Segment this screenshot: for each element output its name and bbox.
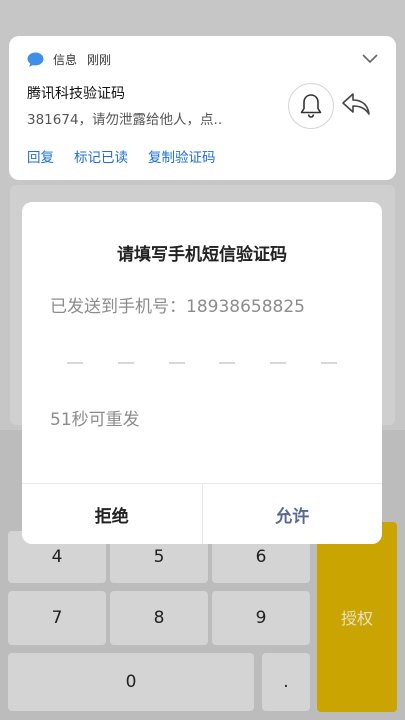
- sms-notification[interactable]: 信息 刚刚 腾讯科技验证码 381674，请勿泄露给他人，点.. 回复 标记已读…: [9, 36, 396, 180]
- reply-icon[interactable]: [341, 91, 371, 117]
- key-9[interactable]: 9: [212, 591, 310, 645]
- message-icon: [27, 52, 44, 67]
- phone-number-label: 已发送到手机号：18938658825: [50, 297, 305, 317]
- code-slot: [320, 362, 337, 364]
- authorize-button[interactable]: 授权: [317, 522, 397, 712]
- key-dot[interactable]: .: [262, 653, 310, 711]
- dialog-title: 请填写手机短信验证码: [117, 245, 287, 265]
- reply-action[interactable]: 回复: [27, 146, 54, 166]
- mute-button[interactable]: [288, 83, 334, 129]
- mark-read-action[interactable]: 标记已读: [74, 146, 128, 166]
- notification-body: 381674，请勿泄露给他人，点..: [27, 112, 223, 128]
- sms-code-dialog: 请填写手机短信验证码 已发送到手机号：18938658825 51秒可重发 拒绝…: [22, 202, 382, 544]
- code-input[interactable]: [67, 362, 337, 364]
- notification-title: 腾讯科技验证码: [27, 86, 125, 102]
- notification-time: 刚刚: [87, 52, 112, 67]
- code-slot: [117, 362, 134, 364]
- code-slot: [219, 362, 236, 364]
- chevron-down-icon[interactable]: [362, 52, 378, 64]
- dialog-buttons: 拒绝 允许: [22, 483, 382, 544]
- notification-header: 信息 刚刚: [27, 50, 111, 68]
- key-0[interactable]: 0: [8, 653, 254, 711]
- code-slot: [270, 362, 287, 364]
- notification-actions: 回复 标记已读 复制验证码: [27, 146, 216, 166]
- refuse-button[interactable]: 拒绝: [22, 484, 203, 544]
- bell-icon: [300, 94, 322, 118]
- code-slot: [168, 362, 185, 364]
- code-slot: [67, 362, 83, 364]
- app-name: 信息: [53, 52, 78, 67]
- allow-button[interactable]: 允许: [203, 484, 383, 544]
- key-7[interactable]: 7: [8, 591, 106, 645]
- resend-countdown: 51秒可重发: [50, 410, 140, 430]
- key-8[interactable]: 8: [110, 591, 208, 645]
- copy-code-action[interactable]: 复制验证码: [148, 146, 216, 166]
